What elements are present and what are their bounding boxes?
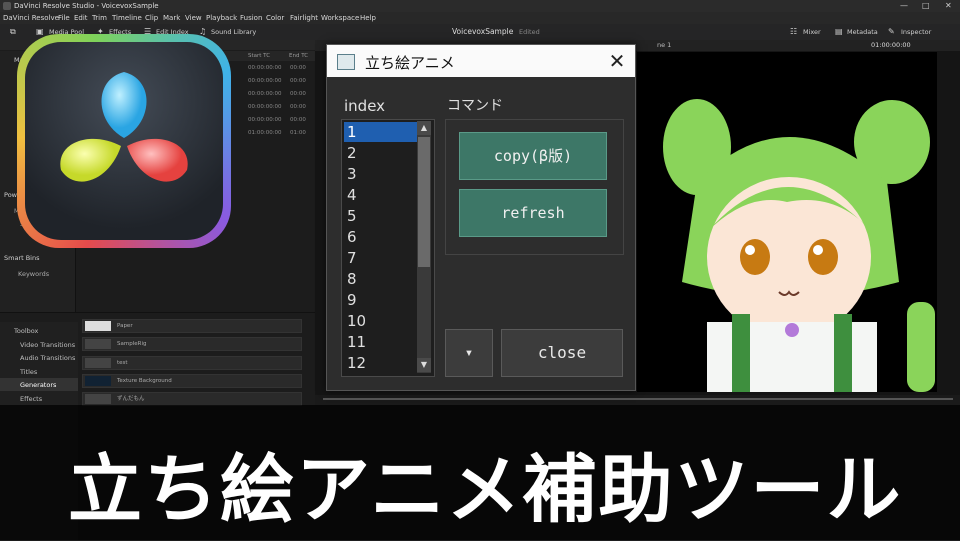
list-item[interactable]: test xyxy=(82,356,302,370)
menu-clip[interactable]: Clip xyxy=(145,12,158,24)
list-item[interactable]: 6 xyxy=(344,227,419,247)
menu-file[interactable]: File xyxy=(58,12,70,24)
list-item[interactable]: SampleRig xyxy=(82,337,302,351)
table-row[interactable]: 00:00:00:00 xyxy=(248,91,282,97)
inspector-button[interactable]: Inspector xyxy=(901,24,931,40)
list-item[interactable]: Texture Background xyxy=(82,374,302,388)
list-item[interactable]: 4 xyxy=(344,185,419,205)
banner-title: 立ち絵アニメ補助ツール xyxy=(68,447,903,533)
menu-fairlight[interactable]: Fairlight xyxy=(290,12,318,24)
dialog-title: 立ち絵アニメ xyxy=(365,54,455,72)
table-cell: 00:00 xyxy=(290,117,306,123)
table-cell: 00:00 xyxy=(290,91,306,97)
list-item[interactable]: 9 xyxy=(344,290,419,310)
menu-trim[interactable]: Trim xyxy=(92,12,107,24)
menu-view[interactable]: View xyxy=(185,12,202,24)
thumbnail xyxy=(85,339,111,349)
thumbnail xyxy=(85,321,111,331)
window-close-icon[interactable]: ✕ xyxy=(945,0,952,12)
timecode-display: 01:00:00:00 xyxy=(871,41,911,49)
window-titlebar: DaVinci Resolve Studio - VoicevoxSample … xyxy=(0,0,960,12)
list-item[interactable]: 3 xyxy=(344,164,419,184)
smart-bin-keywords[interactable]: Keywords xyxy=(18,270,49,278)
menu-playback[interactable]: Playback xyxy=(206,12,237,24)
list-item[interactable]: 8 xyxy=(344,269,419,289)
scrubber-bar[interactable] xyxy=(323,398,953,400)
list-item[interactable]: Paper xyxy=(82,319,302,333)
metadata-button[interactable]: Metadata xyxy=(847,24,878,40)
metadata-icon: ▤ xyxy=(835,27,843,36)
dropdown-button[interactable]: ▾ xyxy=(445,329,493,377)
inspector-icon: ✎ xyxy=(888,27,895,36)
layout-icon[interactable]: ⧉ xyxy=(10,24,16,40)
menu-bar: DaVinci Resolve File Edit Trim Timeline … xyxy=(0,12,960,24)
table-cell: 00:00 xyxy=(290,104,306,110)
window-title: DaVinci Resolve Studio - VoicevoxSample xyxy=(14,2,159,10)
menu-help[interactable]: Help xyxy=(360,12,376,24)
list-item[interactable]: 11 xyxy=(344,332,419,352)
nav-video-transitions[interactable]: Video Transitions xyxy=(20,341,75,349)
mixer-button[interactable]: Mixer xyxy=(803,24,821,40)
menu-color[interactable]: Color xyxy=(266,12,284,24)
close-icon[interactable]: ✕ xyxy=(605,49,629,73)
viewer-image xyxy=(637,52,937,392)
menu-edit[interactable]: Edit xyxy=(74,12,88,24)
column-end-tc[interactable]: End TC xyxy=(289,51,308,61)
logo-petals xyxy=(60,72,188,182)
table-row[interactable]: 00:00:00:00 xyxy=(248,104,282,110)
index-label: index xyxy=(344,97,386,115)
nav-generators[interactable]: Generators xyxy=(20,381,56,389)
smart-bins-header: Smart Bins xyxy=(4,254,40,262)
table-row[interactable]: 00:00:00:00 xyxy=(248,78,282,84)
thumbnail xyxy=(85,394,111,404)
thumbnail xyxy=(85,376,111,386)
refresh-button[interactable]: refresh xyxy=(459,189,607,237)
menu-timeline[interactable]: Timeline xyxy=(112,12,142,24)
column-start-tc[interactable]: Start TC xyxy=(248,51,270,61)
table-cell: 00:00 xyxy=(290,65,306,71)
menu-fusion[interactable]: Fusion xyxy=(240,12,262,24)
table-row[interactable]: 00:00:00:00 xyxy=(248,117,282,123)
dialog-titlebar: 立ち絵アニメ ✕ xyxy=(327,45,635,77)
character-illustration xyxy=(663,99,935,392)
table-cell: 01:00 xyxy=(290,130,306,136)
menu-davinci[interactable]: DaVinci Resolve xyxy=(3,12,59,24)
dialog-app-icon xyxy=(337,54,355,70)
mixer-icon: ☷ xyxy=(790,27,798,36)
list-item[interactable]: 7 xyxy=(344,248,419,268)
scroll-up-icon[interactable]: ▲ xyxy=(417,121,431,135)
menu-workspace[interactable]: Workspace xyxy=(321,12,359,24)
app-icon xyxy=(3,2,11,10)
nav-toolbox[interactable]: Toolbox xyxy=(14,327,38,335)
list-item[interactable]: 5 xyxy=(344,206,419,226)
thumbnail xyxy=(85,358,111,368)
copy-button[interactable]: copy(β版) xyxy=(459,132,607,180)
nav-titles[interactable]: Titles xyxy=(20,368,37,376)
anime-dialog: 立ち絵アニメ ✕ index コマンド 1 2 3 4 5 6 7 8 9 10… xyxy=(326,44,636,391)
list-item[interactable]: 1 xyxy=(344,122,419,142)
table-cell: 00:00 xyxy=(290,78,306,84)
list-item[interactable]: 10 xyxy=(344,311,419,331)
table-row[interactable]: 01:00:00:00 xyxy=(248,130,282,136)
logo-inner xyxy=(25,42,223,240)
table-row[interactable]: 00:00:00:00 xyxy=(248,65,282,71)
nav-audio-transitions[interactable]: Audio Transitions xyxy=(20,354,75,362)
project-status: Edited xyxy=(519,28,540,36)
scrollbar-thumb[interactable] xyxy=(418,137,430,267)
list-item[interactable]: 2 xyxy=(344,143,419,163)
maximize-icon[interactable]: □ xyxy=(922,0,930,12)
nav-effects[interactable]: Effects xyxy=(20,395,42,403)
menu-mark[interactable]: Mark xyxy=(163,12,180,24)
command-label: コマンド xyxy=(447,98,503,114)
timeline-name[interactable]: ne 1 xyxy=(657,40,671,51)
close-button[interactable]: close xyxy=(501,329,623,377)
minimize-icon[interactable]: — xyxy=(900,0,908,12)
list-item[interactable]: ずんだもん xyxy=(82,392,302,406)
scroll-down-icon[interactable]: ▼ xyxy=(417,358,431,372)
list-item[interactable]: 12 xyxy=(344,353,419,373)
project-name: VoicevoxSample xyxy=(452,27,514,36)
sound-library-button[interactable]: Sound Library xyxy=(211,24,256,40)
